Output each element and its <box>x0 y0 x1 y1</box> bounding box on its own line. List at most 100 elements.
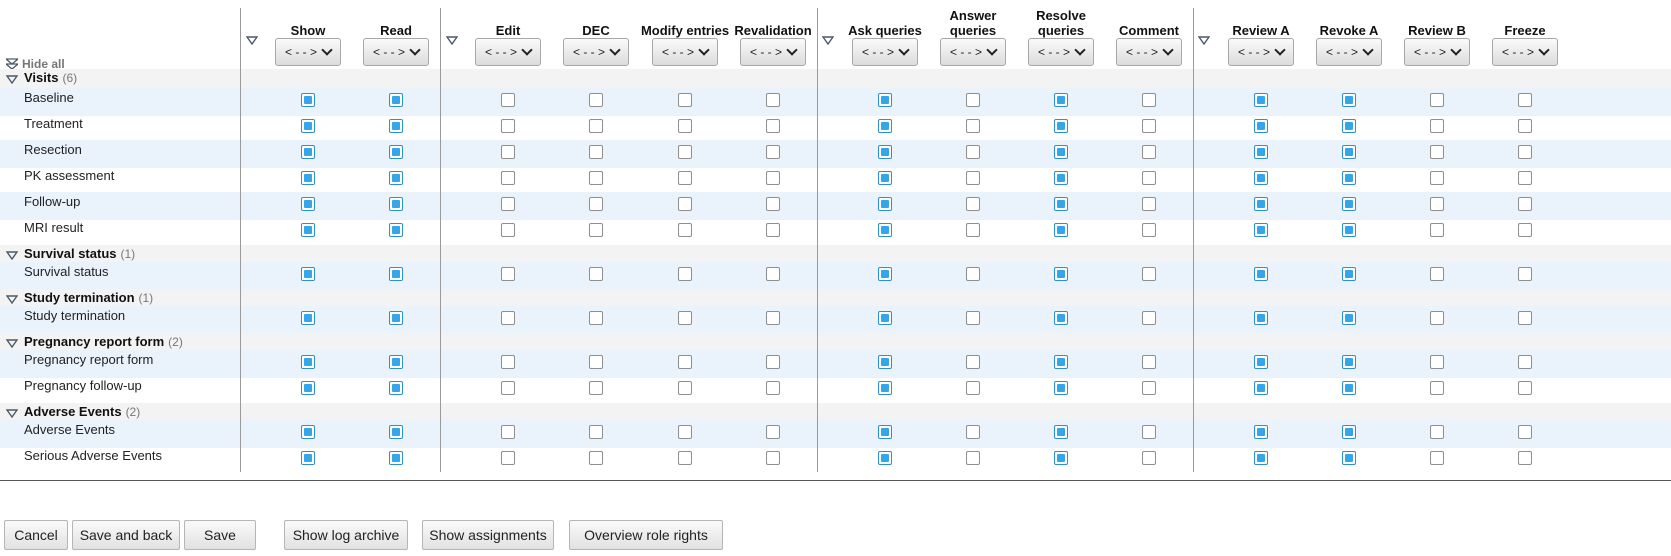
permission-checkbox[interactable] <box>1342 425 1356 439</box>
permission-checkbox[interactable] <box>1518 93 1532 107</box>
permission-checkbox[interactable] <box>678 381 692 395</box>
group-collapse-icon[interactable] <box>5 73 19 87</box>
permission-checkbox[interactable] <box>589 267 603 281</box>
permission-checkbox[interactable] <box>589 381 603 395</box>
permission-checkbox[interactable] <box>1142 355 1156 369</box>
permission-checkbox[interactable] <box>766 311 780 325</box>
column-filter-select[interactable]: < - - > <box>652 38 718 66</box>
permission-checkbox[interactable] <box>678 425 692 439</box>
permission-checkbox[interactable] <box>878 355 892 369</box>
permission-checkbox[interactable] <box>501 311 515 325</box>
permission-checkbox[interactable] <box>589 223 603 237</box>
permission-checkbox[interactable] <box>301 171 315 185</box>
permission-checkbox[interactable] <box>301 197 315 211</box>
permission-checkbox[interactable] <box>389 93 403 107</box>
permission-checkbox[interactable] <box>301 355 315 369</box>
permission-checkbox[interactable] <box>1142 171 1156 185</box>
permission-checkbox[interactable] <box>678 119 692 133</box>
column-group-collapse-icon[interactable] <box>821 34 835 46</box>
permission-checkbox[interactable] <box>1430 93 1444 107</box>
group-collapse-icon[interactable] <box>5 407 19 421</box>
show-log-archive-button[interactable]: Show log archive <box>284 520 408 550</box>
permission-checkbox[interactable] <box>1518 451 1532 465</box>
permission-checkbox[interactable] <box>1254 145 1268 159</box>
permission-checkbox[interactable] <box>1518 171 1532 185</box>
permission-checkbox[interactable] <box>678 93 692 107</box>
permission-checkbox[interactable] <box>1430 311 1444 325</box>
permission-checkbox[interactable] <box>301 223 315 237</box>
permission-checkbox[interactable] <box>1430 119 1444 133</box>
permission-checkbox[interactable] <box>1430 355 1444 369</box>
permission-checkbox[interactable] <box>678 171 692 185</box>
group-collapse-icon[interactable] <box>5 293 19 307</box>
permission-checkbox[interactable] <box>1142 451 1156 465</box>
permission-checkbox[interactable] <box>501 355 515 369</box>
save-and-back-button[interactable]: Save and back <box>72 520 180 550</box>
permission-checkbox[interactable] <box>389 355 403 369</box>
column-filter-select[interactable]: < - - > <box>1228 38 1294 66</box>
permission-checkbox[interactable] <box>1254 197 1268 211</box>
permission-checkbox[interactable] <box>1342 223 1356 237</box>
permission-checkbox[interactable] <box>878 425 892 439</box>
permission-checkbox[interactable] <box>1430 223 1444 237</box>
permission-checkbox[interactable] <box>966 223 980 237</box>
permission-checkbox[interactable] <box>1518 223 1532 237</box>
permission-checkbox[interactable] <box>1054 93 1068 107</box>
permission-checkbox[interactable] <box>1254 119 1268 133</box>
column-filter-select[interactable]: < - - > <box>1492 38 1558 66</box>
permission-checkbox[interactable] <box>1430 381 1444 395</box>
permission-checkbox[interactable] <box>589 197 603 211</box>
column-filter-select[interactable]: < - - > <box>1116 38 1182 66</box>
permission-checkbox[interactable] <box>389 119 403 133</box>
permission-checkbox[interactable] <box>1518 311 1532 325</box>
permission-checkbox[interactable] <box>1254 381 1268 395</box>
permission-checkbox[interactable] <box>389 223 403 237</box>
permission-checkbox[interactable] <box>1142 381 1156 395</box>
permission-checkbox[interactable] <box>966 171 980 185</box>
permission-checkbox[interactable] <box>501 93 515 107</box>
permission-checkbox[interactable] <box>1430 267 1444 281</box>
permission-checkbox[interactable] <box>766 425 780 439</box>
group-header[interactable]: Visits (6) <box>0 69 1671 88</box>
permission-checkbox[interactable] <box>589 93 603 107</box>
permission-checkbox[interactable] <box>589 119 603 133</box>
permission-checkbox[interactable] <box>878 197 892 211</box>
permission-checkbox[interactable] <box>1054 267 1068 281</box>
permission-checkbox[interactable] <box>1518 197 1532 211</box>
permission-checkbox[interactable] <box>678 355 692 369</box>
permission-checkbox[interactable] <box>1342 355 1356 369</box>
permission-checkbox[interactable] <box>1054 451 1068 465</box>
permission-checkbox[interactable] <box>878 145 892 159</box>
permission-checkbox[interactable] <box>966 355 980 369</box>
permission-checkbox[interactable] <box>1054 311 1068 325</box>
permission-checkbox[interactable] <box>678 145 692 159</box>
permission-checkbox[interactable] <box>1254 311 1268 325</box>
permission-checkbox[interactable] <box>1342 145 1356 159</box>
permission-checkbox[interactable] <box>389 425 403 439</box>
permission-checkbox[interactable] <box>966 93 980 107</box>
permission-checkbox[interactable] <box>301 119 315 133</box>
permission-checkbox[interactable] <box>1430 425 1444 439</box>
permission-checkbox[interactable] <box>1430 451 1444 465</box>
permission-checkbox[interactable] <box>1254 93 1268 107</box>
permission-checkbox[interactable] <box>766 223 780 237</box>
permission-checkbox[interactable] <box>878 381 892 395</box>
permission-checkbox[interactable] <box>589 311 603 325</box>
column-filter-select[interactable]: < - - > <box>1028 38 1094 66</box>
cancel-button[interactable]: Cancel <box>4 520 68 550</box>
permission-checkbox[interactable] <box>1518 355 1532 369</box>
permission-checkbox[interactable] <box>389 171 403 185</box>
save-button[interactable]: Save <box>184 520 256 550</box>
overview-role-rights-button[interactable]: Overview role rights <box>569 520 723 550</box>
permission-checkbox[interactable] <box>1342 311 1356 325</box>
permission-checkbox[interactable] <box>1054 355 1068 369</box>
permission-checkbox[interactable] <box>678 311 692 325</box>
permission-checkbox[interactable] <box>589 145 603 159</box>
column-filter-select[interactable]: < - - > <box>1404 38 1470 66</box>
permission-checkbox[interactable] <box>1518 145 1532 159</box>
permission-checkbox[interactable] <box>1430 171 1444 185</box>
permission-checkbox[interactable] <box>678 223 692 237</box>
group-collapse-icon[interactable] <box>5 337 19 351</box>
permission-checkbox[interactable] <box>878 223 892 237</box>
permission-checkbox[interactable] <box>1054 381 1068 395</box>
